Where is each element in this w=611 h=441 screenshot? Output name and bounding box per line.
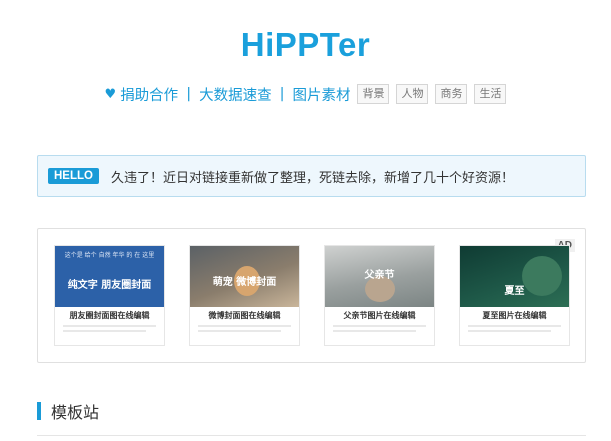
nav-separator: | <box>279 86 285 102</box>
nav-separator: | <box>186 86 192 102</box>
nav-link-images[interactable]: 图片素材 <box>292 84 350 105</box>
thumb-title: 父亲节 <box>364 270 395 281</box>
section-accent-bar <box>37 402 41 420</box>
tag-life[interactable]: 生活 <box>474 84 507 104</box>
card-thumbnail: 萌宠 微博封面 <box>190 246 299 307</box>
ad-card-moments-cover[interactable]: 这个是 给个 自然 年华 的 在 这里 纯文字 朋友圈封面 朋友圈封面图在线编辑 <box>54 245 165 346</box>
hello-badge: HELLO <box>48 168 99 184</box>
notice-banner: HELLO 久违了！近日对链接重新做了整理，死链去除，新增了几十个好资源！ <box>37 155 586 197</box>
section-header: 模板站 <box>37 400 99 422</box>
ad-card-summer-solstice[interactable]: 夏至 夏至图片在线编辑 <box>459 245 570 346</box>
caption-line <box>468 325 561 327</box>
caption-line <box>198 325 291 327</box>
ad-panel: AD 这个是 给个 自然 年华 的 在 这里 纯文字 朋友圈封面 朋友圈封面图在… <box>37 228 586 363</box>
card-caption: 夏至图片在线编辑 <box>482 311 547 320</box>
top-nav: ♥ 捐助合作 | 大数据速查 | 图片素材 背景 人物 商务 生活 <box>0 83 611 105</box>
nav-link-donate[interactable]: 捐助合作 <box>120 84 178 105</box>
ad-card-fathers-day[interactable]: 父亲节 父亲节图片在线编辑 <box>324 245 435 346</box>
nav-link-bigdata[interactable]: 大数据速查 <box>199 84 272 105</box>
card-thumbnail: 这个是 给个 自然 年华 的 在 这里 纯文字 朋友圈封面 <box>55 246 164 307</box>
tag-people[interactable]: 人物 <box>396 84 429 104</box>
tag-background[interactable]: 背景 <box>357 84 390 104</box>
caption-line <box>333 330 416 332</box>
thumb-title: 纯文字 朋友圈封面 <box>67 280 152 291</box>
caption-line <box>63 330 146 332</box>
card-thumbnail: 父亲节 <box>325 246 434 307</box>
thumb-subtitle: 这个是 给个 自然 年华 的 在 这里 <box>64 252 155 259</box>
card-caption: 父亲节图片在线编辑 <box>343 311 416 320</box>
heart-icon: ♥ <box>104 86 117 102</box>
caption-line <box>198 330 281 332</box>
thumb-title: 夏至 <box>504 286 525 297</box>
card-caption: 朋友圈封面图在线编辑 <box>69 311 150 320</box>
tag-business[interactable]: 商务 <box>435 84 468 104</box>
ad-card-weibo-cover[interactable]: 萌宠 微博封面 微博封面图在线编辑 <box>189 245 300 346</box>
caption-line <box>468 330 551 332</box>
site-title[interactable]: HiPPTer <box>0 26 611 64</box>
notice-message: 久违了！近日对链接重新做了整理，死链去除，新增了几十个好资源！ <box>110 170 514 186</box>
thumb-title: 萌宠 微博封面 <box>212 277 277 288</box>
section-divider <box>37 435 586 436</box>
card-thumbnail: 夏至 <box>460 246 569 307</box>
caption-line <box>63 325 156 327</box>
section-title: 模板站 <box>51 403 100 422</box>
caption-line <box>333 325 426 327</box>
card-caption: 微博封面图在线编辑 <box>208 311 281 320</box>
